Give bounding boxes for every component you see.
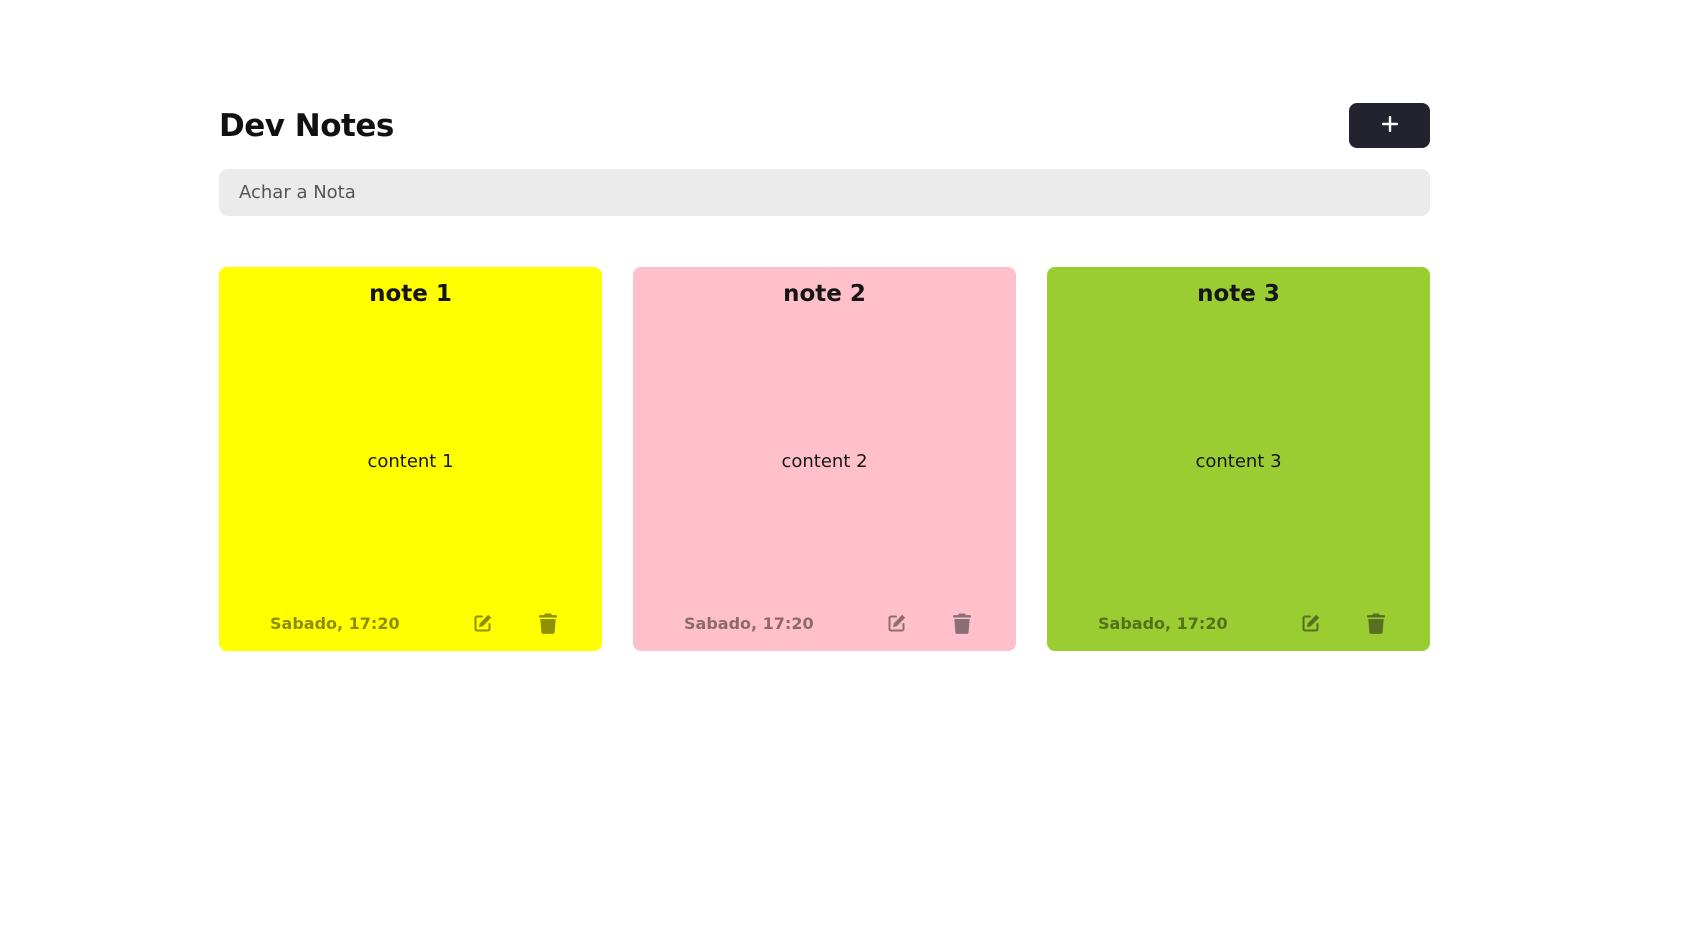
edit-icon[interactable] bbox=[1298, 610, 1324, 636]
note-date: Sabado, 17:20 bbox=[684, 614, 814, 633]
page-title: Dev Notes bbox=[219, 107, 394, 144]
trash-icon[interactable] bbox=[1363, 610, 1389, 636]
note-content: content 1 bbox=[367, 451, 454, 472]
notes-app: Dev Notes note 1 content 1 Sabado, 17:20 bbox=[219, 103, 1430, 651]
search-input[interactable] bbox=[219, 169, 1430, 216]
note-footer: Sabado, 17:20 bbox=[270, 610, 557, 636]
note-card: note 1 content 1 Sabado, 17:20 bbox=[219, 267, 602, 651]
notes-grid: note 1 content 1 Sabado, 17:20 note 2 co… bbox=[219, 267, 1430, 651]
note-date: Sabado, 17:20 bbox=[1098, 614, 1228, 633]
note-card: note 3 content 3 Sabado, 17:20 bbox=[1047, 267, 1430, 651]
note-content: content 3 bbox=[1195, 451, 1282, 472]
trash-icon[interactable] bbox=[949, 610, 975, 636]
note-date: Sabado, 17:20 bbox=[270, 614, 400, 633]
note-content: content 2 bbox=[781, 451, 868, 472]
note-footer: Sabado, 17:20 bbox=[1098, 610, 1385, 636]
note-title: note 1 bbox=[369, 281, 452, 307]
note-footer: Sabado, 17:20 bbox=[684, 610, 971, 636]
edit-icon[interactable] bbox=[884, 610, 910, 636]
note-title: note 2 bbox=[783, 281, 866, 307]
add-note-button[interactable] bbox=[1349, 103, 1430, 148]
trash-icon[interactable] bbox=[535, 610, 561, 636]
header: Dev Notes bbox=[219, 103, 1430, 148]
plus-icon bbox=[1381, 115, 1399, 136]
note-title: note 3 bbox=[1197, 281, 1280, 307]
edit-icon[interactable] bbox=[470, 610, 496, 636]
note-card: note 2 content 2 Sabado, 17:20 bbox=[633, 267, 1016, 651]
